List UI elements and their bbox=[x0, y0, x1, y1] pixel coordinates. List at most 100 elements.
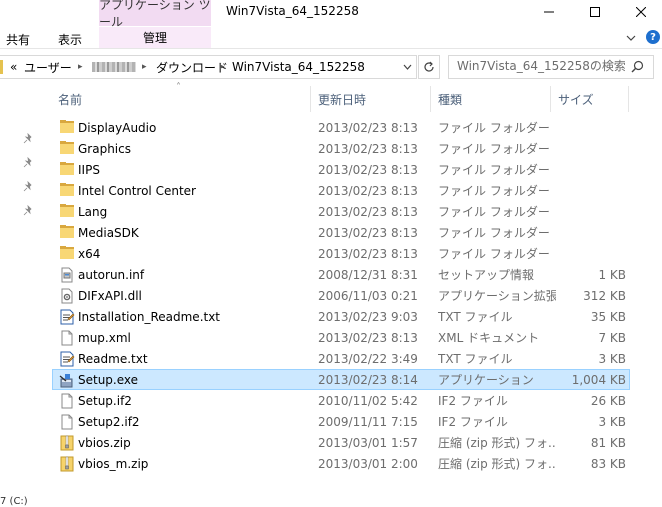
column-divider[interactable] bbox=[550, 86, 551, 112]
pin-icon[interactable] bbox=[22, 133, 34, 145]
file-size: 35 KB bbox=[590, 309, 626, 324]
pin-icon[interactable] bbox=[22, 181, 34, 193]
file-row[interactable]: Setup.exe 2013/02/23 8:14 アプリケーション 1,004 KB bbox=[52, 369, 630, 390]
file-size: 26 KB bbox=[590, 393, 626, 408]
file-size bbox=[558, 202, 626, 221]
file-row[interactable]: Graphics 2013/02/23 8:13 ファイル フォルダー bbox=[52, 138, 630, 159]
nav-drive-item[interactable]: 7 (C:) bbox=[0, 496, 28, 507]
file-name: DIFxAPI.dll bbox=[78, 288, 142, 303]
minimize-icon bbox=[544, 11, 554, 13]
column-divider[interactable] bbox=[628, 86, 629, 112]
file-row[interactable]: x64 2013/02/23 8:13 ファイル フォルダー bbox=[52, 243, 630, 264]
file-name: DisplayAudio bbox=[78, 120, 157, 135]
minimize-button[interactable] bbox=[526, 0, 572, 24]
window-title: Win7Vista_64_152258 bbox=[226, 4, 359, 18]
file-date-modified: 2013/03/01 1:57 bbox=[318, 435, 418, 450]
file-type: アプリケーション拡張 bbox=[438, 289, 556, 303]
file-row[interactable]: Installation_Readme.txt 2013/02/23 9:03 TX… bbox=[52, 306, 630, 327]
file-type: 圧縮 (zip 形式) フォ... bbox=[438, 457, 556, 471]
file-size bbox=[558, 118, 626, 137]
chevron-down-icon bbox=[403, 64, 411, 70]
search-icon[interactable] bbox=[631, 60, 644, 73]
file-date-modified: 2013/02/23 8:13 bbox=[318, 225, 418, 240]
column-header-type[interactable]: 種類 bbox=[438, 84, 548, 114]
file-date-modified: 2013/03/01 2:00 bbox=[318, 456, 418, 471]
file-size: 81 KB bbox=[590, 435, 626, 450]
help-icon[interactable]: ? bbox=[646, 30, 660, 44]
tab-manage[interactable]: 管理 bbox=[99, 27, 211, 48]
file-name: Setup2.if2 bbox=[78, 414, 140, 429]
file-name: Intel Control Center bbox=[78, 183, 196, 198]
file-name: Installation_Readme.txt bbox=[78, 309, 221, 324]
breadcrumb-downloads[interactable]: ダウンロード bbox=[156, 56, 228, 78]
file-name: Graphics bbox=[78, 141, 131, 156]
file-date-modified: 2013/02/23 8:13 bbox=[318, 162, 418, 177]
refresh-button[interactable] bbox=[418, 55, 440, 79]
file-size bbox=[558, 139, 626, 158]
breadcrumb-current-folder[interactable]: Win7Vista_64_152258 bbox=[232, 56, 365, 78]
file-size: 7 KB bbox=[598, 330, 626, 345]
file-name: Setup.if2 bbox=[78, 393, 132, 408]
file-row[interactable]: MediaSDK 2013/02/23 8:13 ファイル フォルダー bbox=[52, 222, 630, 243]
file-row[interactable]: vbios.zip 2013/03/01 1:57 圧縮 (zip 形式) フォ..… bbox=[52, 432, 630, 453]
refresh-icon bbox=[424, 61, 434, 72]
file-row[interactable]: vbios_m.zip 2013/03/01 2:00 圧縮 (zip 形式) フォ… bbox=[52, 453, 630, 474]
column-headers: ˄ 名前 更新日時 種類 サイズ bbox=[48, 82, 662, 114]
file-name: IIPS bbox=[78, 162, 100, 177]
column-header-size[interactable]: サイズ bbox=[558, 84, 628, 114]
search-input[interactable] bbox=[457, 58, 625, 74]
file-name: Setup.exe bbox=[78, 372, 139, 387]
file-name: MediaSDK bbox=[78, 225, 139, 240]
file-type: ファイル フォルダー bbox=[438, 121, 550, 135]
file-size bbox=[558, 244, 626, 263]
column-divider[interactable] bbox=[430, 86, 431, 112]
context-tab-header: アプリケーション ツール bbox=[99, 0, 211, 29]
file-row[interactable]: Setup2.if2 2009/11/11 7:15 IF2 ファイル 3 KB bbox=[52, 411, 630, 432]
tab-share[interactable]: 共有 bbox=[6, 30, 30, 48]
file-date-modified: 2013/02/23 8:13 bbox=[318, 120, 418, 135]
file-date-modified: 2006/11/03 0:21 bbox=[318, 288, 418, 303]
pin-icon[interactable] bbox=[22, 157, 34, 169]
maximize-button[interactable] bbox=[572, 0, 618, 24]
column-header-name[interactable]: 名前 bbox=[58, 84, 308, 114]
ribbon-divider bbox=[0, 48, 662, 49]
breadcrumb-users[interactable]: ユーザー bbox=[24, 56, 72, 78]
file-date-modified: 2013/02/23 8:13 bbox=[318, 204, 418, 219]
file-type: 圧縮 (zip 形式) フォ... bbox=[438, 436, 556, 450]
file-row[interactable]: autorun.inf 2008/12/31 8:31 セットアップ情報 1 KB bbox=[52, 264, 630, 285]
file-date-modified: 2013/02/23 8:13 bbox=[318, 183, 418, 198]
file-date-modified: 2013/02/23 8:13 bbox=[318, 330, 418, 345]
file-row[interactable]: Setup.if2 2010/11/02 5:42 IF2 ファイル 26 KB bbox=[52, 390, 630, 411]
file-row[interactable]: Lang 2013/02/23 8:13 ファイル フォルダー bbox=[52, 201, 630, 222]
close-button[interactable] bbox=[618, 0, 662, 24]
file-row[interactable]: DisplayAudio 2013/02/23 8:13 ファイル フォルダー bbox=[52, 117, 630, 138]
address-bar[interactable]: « ユーザー ▸ ▸ ダウンロード ▸ Win7Vista_64_152258 bbox=[0, 55, 417, 79]
file-row[interactable]: Readme.txt 2013/02/22 3:49 TXT ファイル 3 KB bbox=[52, 348, 630, 369]
file-name: Readme.txt bbox=[78, 351, 148, 366]
file-size: 83 KB bbox=[590, 456, 626, 471]
breadcrumb-separator-icon[interactable]: ▸ bbox=[220, 56, 225, 78]
breadcrumb-separator-icon[interactable]: ▸ bbox=[142, 56, 147, 78]
file-row[interactable]: IIPS 2013/02/23 8:13 ファイル フォルダー bbox=[52, 159, 630, 180]
pin-icon[interactable] bbox=[22, 205, 34, 217]
column-divider[interactable] bbox=[310, 86, 311, 112]
file-name: mup.xml bbox=[78, 330, 131, 345]
file-date-modified: 2013/02/23 8:13 bbox=[318, 246, 418, 261]
search-box[interactable] bbox=[448, 55, 654, 79]
file-row[interactable]: DIFxAPI.dll 2006/11/03 0:21 アプリケーション拡張 312 … bbox=[52, 285, 630, 306]
file-date-modified: 2013/02/22 3:49 bbox=[318, 351, 418, 366]
file-type: TXT ファイル bbox=[438, 352, 513, 366]
redacted-username bbox=[92, 62, 136, 72]
file-size: 1 KB bbox=[598, 267, 626, 282]
address-history-dropdown[interactable] bbox=[398, 56, 416, 78]
breadcrumb-overflow[interactable]: « bbox=[10, 56, 17, 78]
file-row[interactable]: Intel Control Center 2013/02/23 8:13 ファイル … bbox=[52, 180, 630, 201]
tab-view[interactable]: 表示 bbox=[58, 30, 82, 48]
file-row[interactable]: mup.xml 2013/02/23 8:13 XML ドキュメント 7 KB bbox=[52, 327, 630, 348]
ribbon-expand-button[interactable] bbox=[626, 31, 636, 45]
file-name: autorun.inf bbox=[78, 267, 145, 282]
column-header-date[interactable]: 更新日時 bbox=[318, 84, 428, 114]
breadcrumb-separator-icon[interactable]: ▸ bbox=[78, 56, 83, 78]
address-row: « ユーザー ▸ ▸ ダウンロード ▸ Win7Vista_64_152258 bbox=[0, 55, 662, 79]
file-name: Lang bbox=[78, 204, 108, 219]
